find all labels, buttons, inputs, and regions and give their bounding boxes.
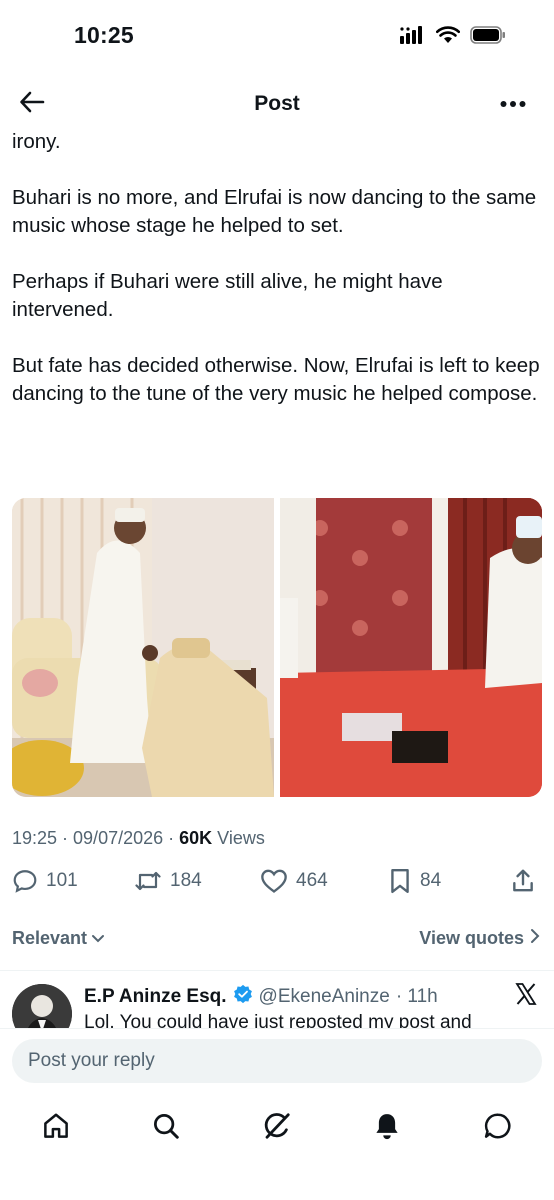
replies-sort-row: Relevant View quotes [12, 926, 542, 952]
bookmark-button[interactable]: 84 [388, 868, 441, 894]
wifi-icon [435, 26, 461, 49]
reply-count: 101 [46, 870, 78, 891]
post-image-handshake[interactable] [12, 498, 274, 797]
like-count: 464 [296, 870, 328, 891]
nav-home[interactable] [36, 1108, 76, 1148]
nav-grok[interactable] [257, 1108, 297, 1148]
repost-icon [134, 868, 162, 894]
status-time: 10:25 [74, 22, 134, 48]
divider [0, 970, 554, 971]
post-image-meeting[interactable] [280, 498, 542, 797]
home-icon [41, 1111, 71, 1146]
nav-messages[interactable] [478, 1108, 518, 1148]
signal-icon [400, 26, 426, 49]
x-logo-icon [514, 982, 540, 1008]
search-icon [151, 1111, 181, 1146]
post-meta: 19:25 · 09/07/2026 · 60K Views [12, 828, 265, 849]
status-icons [400, 26, 506, 49]
view-quotes-link[interactable]: View quotes [419, 928, 540, 949]
like-button[interactable]: 464 [260, 868, 328, 894]
status-bar: 10:25 [0, 0, 554, 72]
nav-search[interactable] [146, 1108, 186, 1148]
post-timestamp: 19:25 · 09/07/2026 · [12, 828, 180, 848]
views-count: 60K [179, 828, 213, 848]
post-header: Post [0, 76, 554, 132]
post-paragraph: Buhari is no more, and Elrufai is now da… [12, 186, 537, 237]
verified-badge-icon [233, 984, 253, 1010]
reply-header: E.P Aninze Esq. @EkeneAninze · 11h [84, 984, 438, 1010]
repost-count: 184 [170, 870, 202, 891]
post-media [12, 498, 542, 797]
chevron-down-icon [91, 928, 105, 949]
bookmark-icon [388, 868, 412, 894]
more-options-button[interactable] [496, 90, 530, 118]
reply-author-name[interactable]: E.P Aninze Esq. [84, 986, 227, 1008]
chevron-right-icon [530, 928, 540, 949]
nav-notifications[interactable] [367, 1108, 407, 1148]
bottom-navigation [0, 1092, 554, 1200]
reply-time: · 11h [395, 986, 438, 1007]
view-quotes-label: View quotes [419, 928, 524, 948]
views-label: Views [212, 828, 265, 848]
grok-icon [262, 1111, 292, 1146]
post-actions: 101 184 464 84 [12, 868, 542, 902]
reply-author-handle[interactable]: @EkeneAninze [259, 986, 390, 1008]
heart-icon [260, 868, 288, 894]
post-paragraph: irony. [12, 130, 61, 153]
reply-composer [0, 1028, 554, 1092]
reply-text: Lol. You could have just reposted my pos… [84, 1012, 472, 1028]
post-text: irony. Buhari is no more, and Elrufai is… [12, 128, 546, 436]
reply-input[interactable] [12, 1039, 542, 1083]
repost-button[interactable]: 184 [134, 868, 202, 894]
sort-relevant-dropdown[interactable]: Relevant [12, 928, 105, 949]
post-paragraph: Perhaps if Buhari were still alive, he m… [12, 270, 443, 321]
reply-button[interactable]: 101 [12, 868, 78, 894]
chat-icon [483, 1111, 513, 1146]
bookmark-count: 84 [420, 870, 442, 891]
avatar[interactable] [12, 984, 72, 1028]
more-icon [500, 95, 526, 113]
post-paragraph: But fate has decided otherwise. Now, Elr… [12, 354, 540, 405]
sort-label: Relevant [12, 928, 88, 948]
share-icon [510, 868, 536, 894]
bell-icon [372, 1111, 402, 1146]
page-title: Post [254, 92, 300, 115]
battery-icon [470, 26, 506, 49]
share-button[interactable] [510, 868, 536, 894]
reply-item[interactable]: E.P Aninze Esq. @EkeneAninze · 11h Lol. … [12, 982, 542, 1028]
comment-icon [12, 868, 38, 894]
